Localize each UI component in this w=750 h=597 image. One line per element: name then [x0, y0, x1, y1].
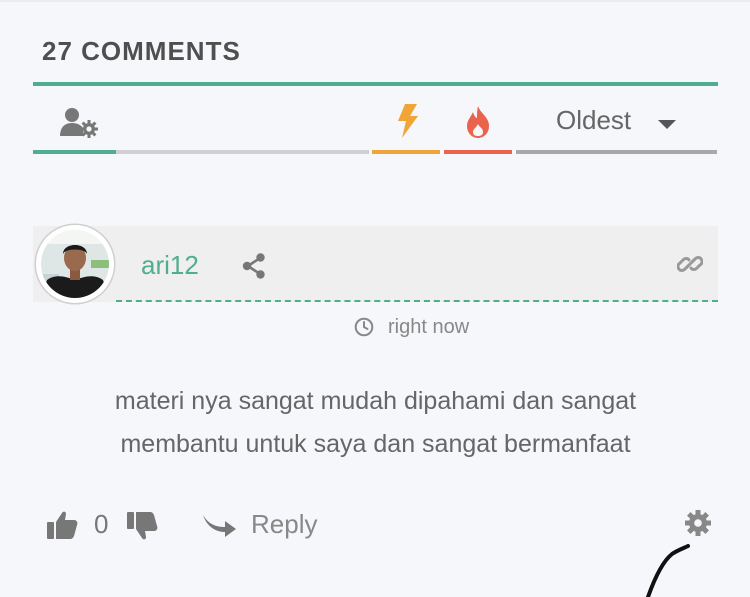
pen-annotation-stroke: [646, 544, 690, 597]
fire-icon: [467, 106, 489, 138]
avatar-image: [41, 230, 109, 298]
comments-header-rule: [33, 82, 718, 86]
tab-user-settings[interactable]: [33, 92, 116, 155]
link-icon: [676, 256, 704, 272]
clock-icon: [354, 317, 374, 337]
comment-body: materi nya sangat mudah dipahami dan san…: [33, 380, 718, 466]
comment-author[interactable]: ari12: [141, 250, 199, 281]
tab-hottest[interactable]: [372, 92, 440, 155]
thumbs-up-icon: [47, 511, 78, 539]
timestamp-text: right now: [388, 316, 470, 338]
sort-dropdown[interactable]: Oldest: [516, 92, 718, 155]
comment-text-line: membantu untuk saya dan sangat bermanfaa…: [120, 430, 631, 458]
thumbs-down-icon: [127, 512, 158, 540]
vote-count: 0: [94, 509, 109, 539]
sort-label: Oldest: [556, 105, 632, 135]
upvote-button[interactable]: [46, 510, 78, 545]
gear-icon: [685, 510, 711, 536]
author-underline: [116, 300, 718, 302]
reply-arrow-icon: [203, 515, 236, 537]
share-button[interactable]: [242, 253, 266, 284]
tab-underline-popular: [444, 150, 512, 154]
top-divider: [0, 0, 750, 2]
toolbar-underline: [116, 150, 369, 154]
comment-settings-button[interactable]: [684, 509, 712, 542]
share-icon: [242, 253, 265, 279]
downvote-button[interactable]: [126, 511, 158, 546]
reply-button[interactable]: Reply: [251, 509, 317, 540]
tab-underline-user: [33, 150, 116, 154]
tab-most-popular[interactable]: [444, 92, 512, 155]
tab-underline-sort: [516, 150, 717, 154]
caret-down-icon: [658, 120, 676, 129]
comment-text-line: materi nya sangat mudah dipahami dan san…: [114, 387, 637, 415]
tab-underline-hottest: [372, 150, 440, 154]
avatar[interactable]: [36, 225, 114, 303]
bolt-icon: [398, 104, 418, 138]
comments-toolbar: Oldest: [33, 92, 718, 155]
user-cog-icon: [60, 108, 98, 138]
comment-actions: 0 Reply: [0, 505, 750, 545]
comments-count: 27 COMMENTS: [42, 36, 241, 66]
reply-button-icon[interactable]: [201, 511, 237, 544]
permalink-button[interactable]: [676, 251, 704, 282]
comment-header: [33, 226, 718, 302]
